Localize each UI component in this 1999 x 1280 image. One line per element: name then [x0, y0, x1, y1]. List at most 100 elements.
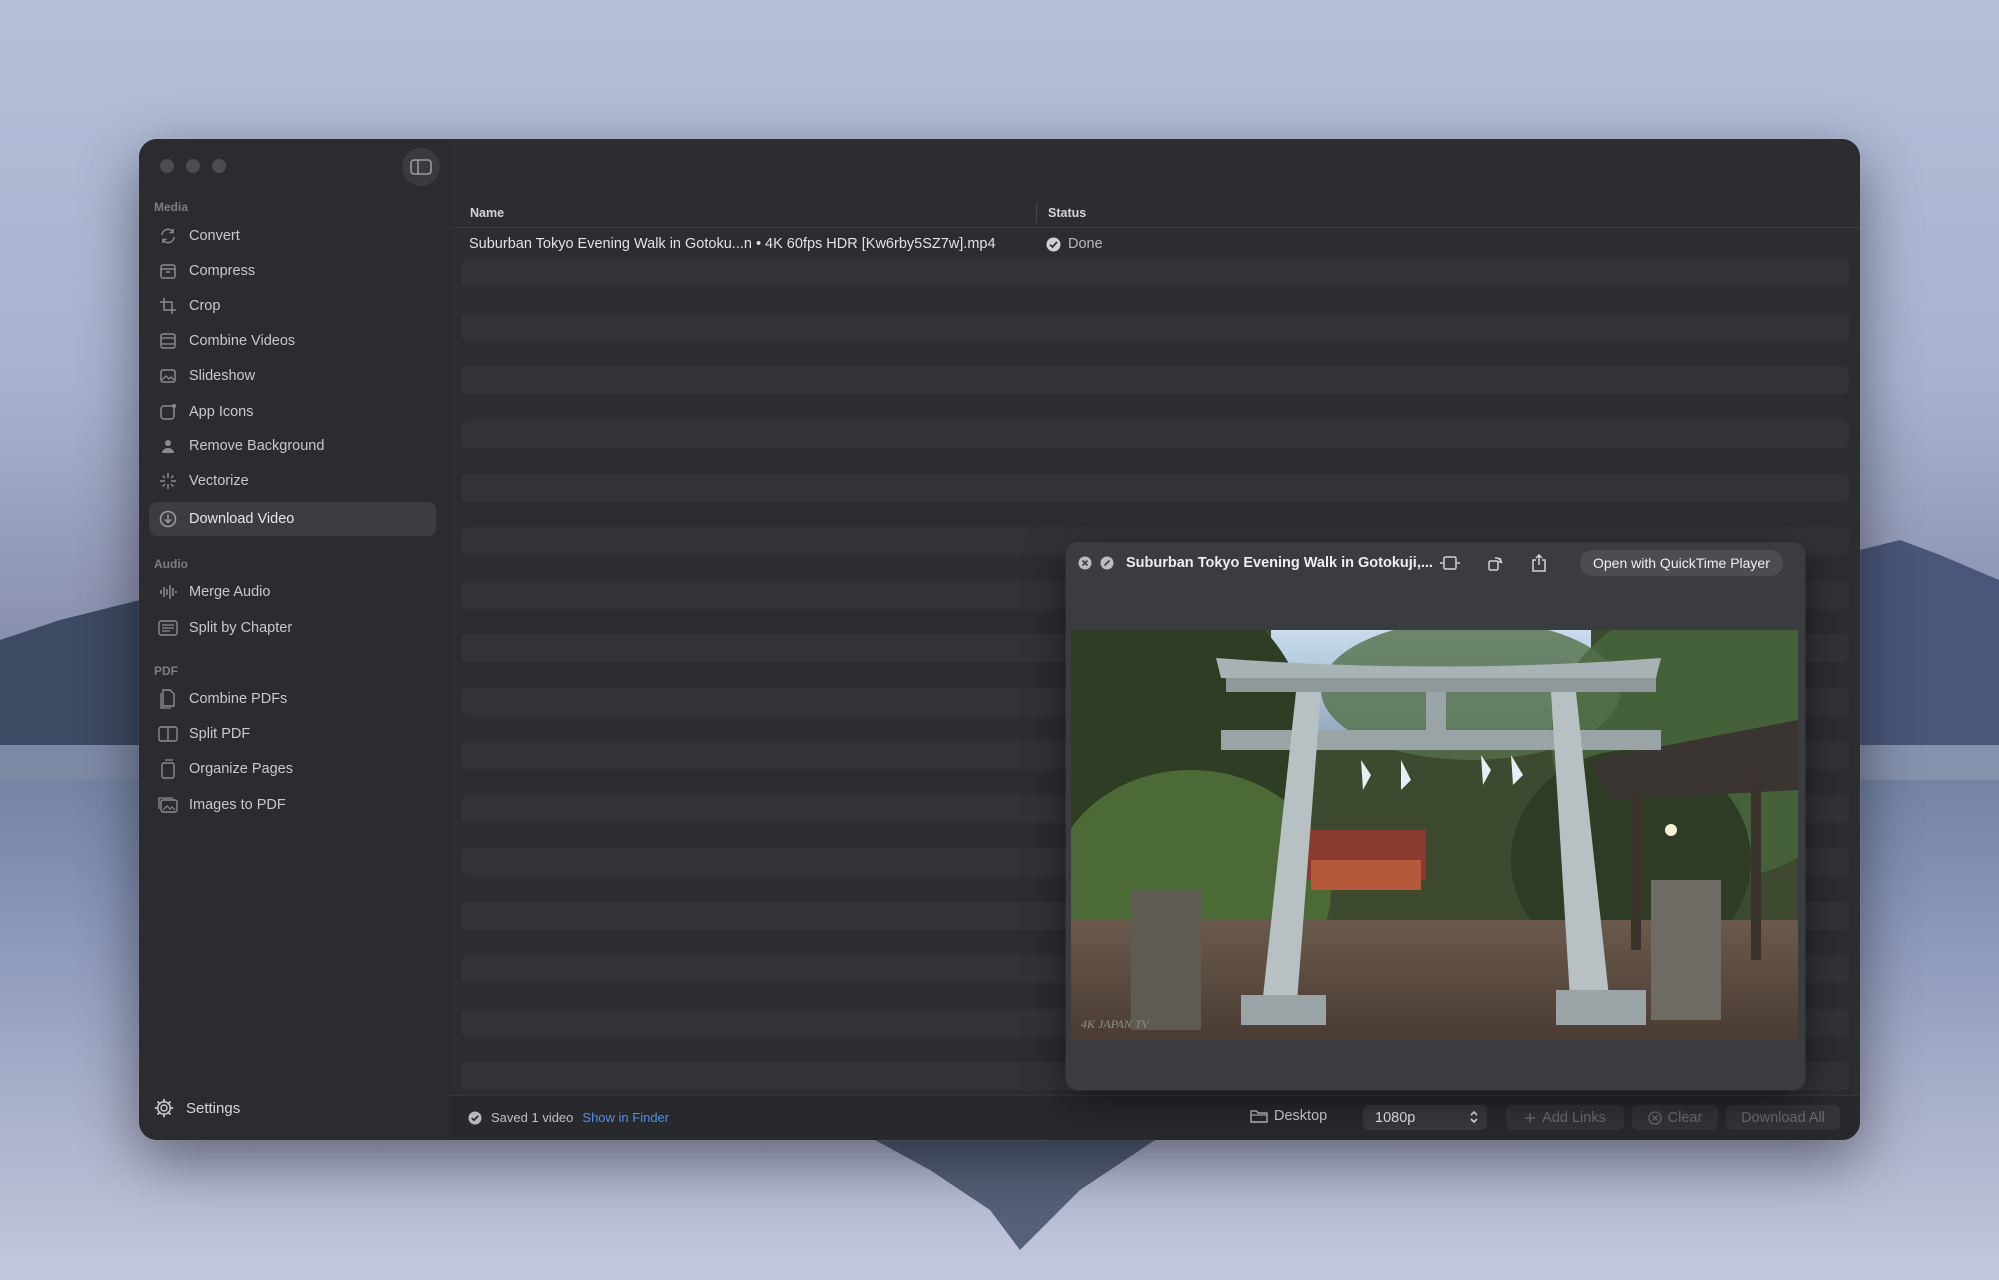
folder-icon [1250, 1110, 1268, 1123]
sidebar-item-vectorize[interactable]: Vectorize [149, 464, 436, 498]
empty-row [461, 313, 1849, 341]
clear-label: Clear [1667, 1109, 1703, 1126]
empty-row [461, 420, 1849, 448]
sidebar-item-label: Vectorize [189, 473, 249, 489]
saved-text: Saved 1 video [491, 1110, 574, 1125]
add-links-button[interactable]: Add Links [1506, 1105, 1624, 1130]
sidebar-item-crop[interactable]: Crop [149, 289, 436, 323]
table-row[interactable]: Suburban Tokyo Evening Walk in Gotoku...… [461, 230, 1849, 258]
document-icon [157, 689, 179, 709]
row-status-text: Done [1068, 236, 1103, 252]
sidebar-item-label: Organize Pages [189, 761, 293, 777]
film-icon [157, 331, 179, 351]
sidebar-item-organize-pages[interactable]: Organize Pages [149, 752, 436, 786]
gear-icon [154, 1097, 176, 1119]
photo-icon [157, 366, 179, 386]
settings-button[interactable]: Settings [154, 1097, 240, 1119]
sidebar-item-app-icons[interactable]: App Icons [149, 395, 436, 429]
quicklook-title: Suburban Tokyo Evening Walk in Gotokuji,… [1126, 555, 1433, 571]
row-status: Done [1046, 236, 1103, 252]
sidebar-item-remove-background[interactable]: Remove Background [149, 429, 436, 463]
sidebar-item-label: Merge Audio [189, 584, 271, 600]
sidebar-item-label: Combine Videos [189, 333, 296, 349]
download-all-label: Download All [1741, 1109, 1825, 1126]
share-button[interactable] [1528, 553, 1550, 573]
settings-label: Settings [186, 1099, 241, 1117]
window-controls [160, 159, 226, 173]
sidebar-item-label: Split PDF [189, 726, 251, 742]
person-icon [157, 436, 179, 456]
quality-select[interactable]: 1080p [1363, 1105, 1487, 1130]
sidebar-item-label: Remove Background [189, 438, 325, 454]
zoom-window-button[interactable] [212, 159, 226, 173]
chevron-updown-icon [1470, 1110, 1478, 1124]
table-header: Name Status [450, 201, 1860, 228]
torii-gate-scene-image: 4K JAPAN TV [1071, 630, 1798, 1040]
sidebar-item-split-by-chapter[interactable]: Split by Chapter [149, 611, 436, 645]
video-watermark: 4K JAPAN TV [1081, 1017, 1150, 1031]
quicklook-toolbar: Suburban Tokyo Evening Walk in Gotokuji,… [1066, 543, 1805, 583]
column-separator[interactable] [1036, 203, 1037, 223]
rotate-icon [1488, 557, 1503, 571]
split-icon [157, 724, 179, 744]
quality-value: 1080p [1375, 1109, 1416, 1126]
sidebar-item-split-pdf[interactable]: Split PDF [149, 717, 436, 751]
section-label-pdf: PDF [154, 664, 178, 678]
sidebar-item-combine-pdfs[interactable]: Combine PDFs [149, 682, 436, 716]
pages-icon [157, 759, 179, 779]
images-icon [157, 795, 179, 815]
sidebar-item-convert[interactable]: Convert [149, 219, 436, 253]
section-label-media: Media [154, 200, 189, 214]
column-header-name[interactable]: Name [470, 206, 504, 220]
sidebar-item-label: Split by Chapter [189, 620, 293, 636]
convert-icon [157, 226, 179, 246]
checkmark-circle-icon [468, 1111, 482, 1124]
sidebar-item-label: Slideshow [189, 368, 256, 384]
empty-row [461, 259, 1849, 287]
clear-button[interactable]: Clear [1632, 1105, 1718, 1130]
destination-label: Desktop [1274, 1108, 1328, 1124]
close-window-button[interactable] [160, 159, 174, 173]
empty-row [461, 366, 1849, 394]
crop-icon [157, 296, 179, 316]
fullscreen-icon[interactable] [1100, 556, 1114, 570]
sidebar-item-label: Images to PDF [189, 797, 286, 813]
show-in-finder-link[interactable]: Show in Finder [582, 1110, 669, 1125]
plus-icon [1524, 1112, 1536, 1124]
sidebar-toggle-icon [410, 159, 432, 175]
column-header-status[interactable]: Status [1048, 206, 1086, 220]
sidebar-item-label: Combine PDFs [189, 691, 288, 707]
sidebar-item-label: Convert [189, 228, 240, 244]
rotate-button[interactable] [1484, 553, 1506, 573]
open-with-quicktime-button[interactable]: Open with QuickTime Player [1580, 550, 1783, 576]
minimize-window-button[interactable] [186, 159, 200, 173]
row-file-name: Suburban Tokyo Evening Walk in Gotoku...… [469, 236, 996, 252]
saved-status: Saved 1 video Show in Finder [468, 1110, 669, 1125]
waveform-icon [157, 582, 179, 602]
clear-circle-icon [1648, 1110, 1662, 1125]
destination-folder-button[interactable]: Desktop [1250, 1108, 1327, 1124]
close-icon[interactable] [1078, 556, 1092, 570]
share-icon [1532, 554, 1546, 572]
sidebar-item-label: App Icons [189, 404, 254, 420]
sidebar-toggle-button[interactable] [402, 148, 440, 186]
sidebar-item-compress[interactable]: Compress [149, 254, 436, 288]
sidebar: Media Convert Compress Crop Combine Vide… [139, 139, 450, 1140]
sidebar-item-download-video[interactable]: Download Video [149, 502, 436, 536]
sidebar-item-label: Crop [189, 298, 221, 314]
download-all-button[interactable]: Download All [1726, 1105, 1840, 1130]
download-icon [157, 509, 179, 529]
sidebar-item-combine-videos[interactable]: Combine Videos [149, 324, 436, 358]
list-icon [157, 618, 179, 638]
sidebar-item-merge-audio[interactable]: Merge Audio [149, 575, 436, 609]
app-icon [157, 402, 179, 422]
video-preview[interactable]: 4K JAPAN TV [1071, 630, 1798, 1040]
sidebar-item-label: Download Video [189, 511, 295, 527]
trim-button[interactable] [1439, 553, 1461, 573]
add-links-label: Add Links [1542, 1109, 1606, 1126]
sidebar-item-label: Compress [189, 263, 256, 279]
sidebar-item-images-to-pdf[interactable]: Images to PDF [149, 788, 436, 822]
bottom-toolbar: Saved 1 video Show in Finder Desktop 108… [450, 1095, 1860, 1140]
trim-icon [1440, 556, 1460, 570]
sidebar-item-slideshow[interactable]: Slideshow [149, 359, 436, 393]
